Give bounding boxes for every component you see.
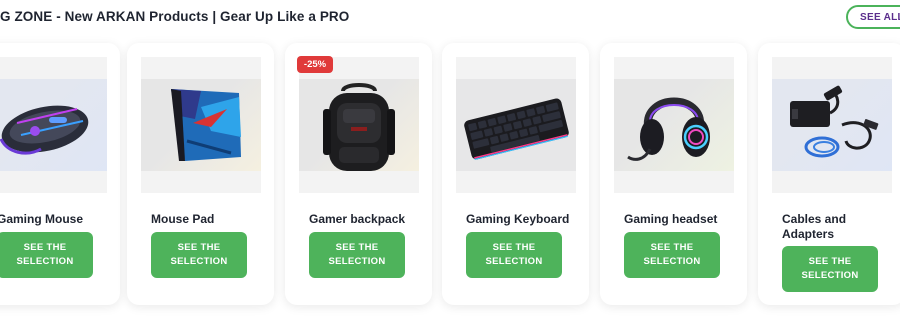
product-card-mouse-pad[interactable]: Mouse Pad SEE THE SELECTION <box>127 43 274 305</box>
product-card-gaming-headset[interactable]: Gaming headset SEE THE SELECTION <box>600 43 747 305</box>
card-label: Mouse Pad <box>151 212 215 226</box>
product-image[interactable] <box>456 57 576 193</box>
product-image[interactable] <box>0 57 107 193</box>
product-image[interactable] <box>141 57 261 193</box>
see-selection-button[interactable]: SEE THE SELECTION <box>624 232 720 278</box>
product-card-cables-adapters[interactable]: Cables and Adapters SEE THE SELECTION <box>758 43 900 305</box>
card-label: Gaming Keyboard <box>466 212 570 226</box>
keyboard-icon <box>464 98 569 161</box>
product-image[interactable] <box>299 57 419 193</box>
discount-badge: -25% <box>297 56 333 73</box>
backpack-icon <box>323 83 395 171</box>
see-all-button[interactable]: SEE ALL <box>846 5 900 29</box>
see-selection-button[interactable]: SEE THE SELECTION <box>782 246 878 292</box>
headset-icon <box>627 97 710 161</box>
page-title: G ZONE - New ARKAN Products | Gear Up Li… <box>0 9 350 24</box>
cables-icon <box>790 85 879 158</box>
section-header: G ZONE - New ARKAN Products | Gear Up Li… <box>0 0 900 40</box>
product-card-gamer-backpack[interactable]: -25% Gamer backpack SEE THE SELECTION <box>285 43 432 305</box>
card-label: Gaming Mouse <box>0 212 84 226</box>
mouse-icon <box>0 105 89 155</box>
product-image[interactable] <box>772 57 892 193</box>
see-selection-button[interactable]: SEE THE SELECTION <box>0 232 93 278</box>
card-label: Gamer backpack <box>309 212 406 226</box>
see-selection-button[interactable]: SEE THE SELECTION <box>466 232 562 278</box>
mouse-pad-icon <box>171 89 241 161</box>
product-card-gaming-keyboard[interactable]: Gaming Keyboard SEE THE SELECTION <box>442 43 589 305</box>
card-label: Gaming headset <box>624 212 718 226</box>
product-image[interactable] <box>614 57 734 193</box>
see-selection-button[interactable]: SEE THE SELECTION <box>309 232 405 278</box>
product-card-gaming-mouse[interactable]: Gaming Mouse SEE THE SELECTION <box>0 43 120 305</box>
see-selection-button[interactable]: SEE THE SELECTION <box>151 232 247 278</box>
card-label: Cables and Adapters <box>782 212 847 241</box>
